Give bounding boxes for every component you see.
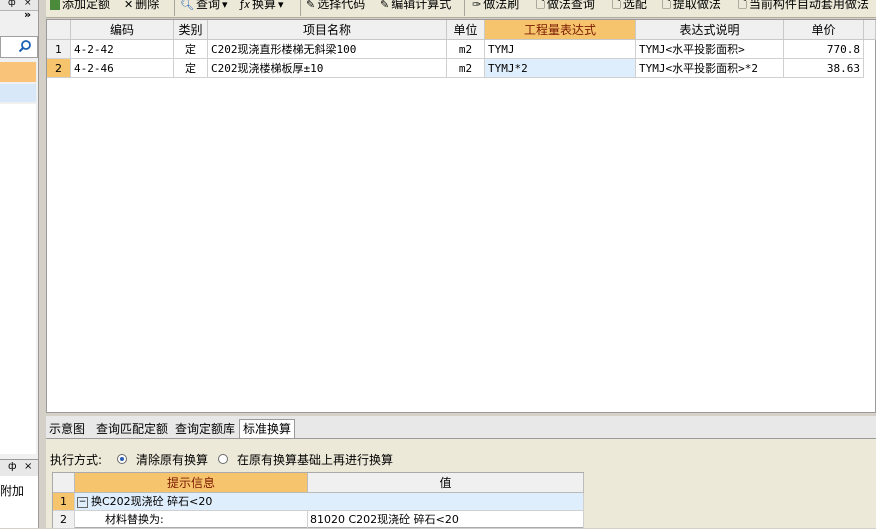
tab-standard-conversion[interactable]: 标准换算 <box>239 419 296 438</box>
column-header-value[interactable]: 值 <box>308 473 584 493</box>
group-row[interactable]: − 换C202现浇砼 碎石<20 <box>75 493 584 511</box>
radio-clear-existing-label[interactable]: 清除原有换算 <box>136 451 208 468</box>
tab-diagram[interactable]: 示意图 <box>49 420 85 438</box>
tree-item[interactable] <box>0 84 36 102</box>
column-header-description[interactable]: 表达式说明 <box>636 20 784 40</box>
query-doc-icon: 🗋︎ <box>536 0 545 11</box>
cell-expression[interactable]: TYMJ <box>485 40 636 59</box>
cell-price[interactable]: 38.63 <box>784 59 864 78</box>
group-row-label: 换C202现浇砼 碎石<20 <box>91 495 213 508</box>
close-icon[interactable]: × <box>24 0 32 8</box>
tab-query-matching-quota[interactable]: 查询匹配定额 <box>96 420 168 438</box>
toolbar-separator <box>464 0 465 16</box>
search-icon[interactable] <box>18 39 32 53</box>
dropdown-arrow-icon: ▾ <box>278 0 284 11</box>
method-query-button[interactable]: 🗋︎ 做法查询 <box>536 0 595 13</box>
cell-unit[interactable]: m2 <box>447 59 485 78</box>
cell-description[interactable]: TYMJ<水平投影面积>*2 <box>636 59 784 78</box>
column-header-type[interactable]: 类别 <box>174 20 208 40</box>
auto-apply-icon: 🗋︎ <box>738 0 747 11</box>
delete-icon: ✕ <box>124 0 134 11</box>
dropdown-arrow-icon: ▾ <box>221 0 228 11</box>
cell-unit[interactable]: m2 <box>447 40 485 59</box>
pin-icon[interactable]: ф <box>8 461 17 472</box>
exec-mode-label: 执行方式: <box>50 453 103 467</box>
cell-type[interactable]: 定 <box>174 59 208 78</box>
auto-apply-button[interactable]: 🗋︎ 当前构件自动套用做法 <box>738 0 869 13</box>
left-panel: ф × » ф × 附加 <box>0 0 39 528</box>
delete-button[interactable]: ✕ 删除 <box>124 0 159 13</box>
cell-expression-selected[interactable]: TYMJ*2 <box>485 59 636 78</box>
row-number[interactable]: 2 <box>47 59 71 78</box>
column-header-expression[interactable]: 工程量表达式 <box>485 20 636 40</box>
left-panel-titlebar: ф × <box>0 0 38 11</box>
bottom-tab-strip: 示意图 查询匹配定额 查询定额库 标准换算 <box>46 416 876 439</box>
edit-formula-icon: ✎ <box>380 0 390 11</box>
cell-code[interactable]: 4-2-42 <box>71 40 174 59</box>
tree-item-selected[interactable] <box>0 62 36 82</box>
match-icon: 🗋︎ <box>612 0 621 11</box>
cell-name[interactable]: C202现浇楼梯板厚±10 <box>208 59 447 78</box>
radio-clear-existing[interactable] <box>117 454 127 464</box>
select-match-button[interactable]: 🗋︎ 选配 <box>612 0 647 13</box>
add-quota-button[interactable]: 添加定额 <box>50 0 110 13</box>
brush-icon: ✑ <box>472 0 482 11</box>
row-number[interactable]: 1 <box>47 40 71 59</box>
toolbar: 添加定额 ✕ 删除 🔍︎ 查询 ▾ ƒ𝑥 换算 ▾ ✎ 选择代码 ✎ 编辑计算式… <box>46 0 876 18</box>
query-button[interactable]: 🔍︎ 查询 ▾ <box>180 0 228 13</box>
tab-query-quota-library[interactable]: 查询定额库 <box>175 420 235 438</box>
select-code-icon: ✎ <box>306 0 316 11</box>
row-number-header <box>47 20 71 40</box>
method-brush-button[interactable]: ✑ 做法刷 <box>472 0 519 13</box>
cell-name[interactable]: C202现浇直形楼梯无斜梁100 <box>208 40 447 59</box>
radio-convert-on-existing-label[interactable]: 在原有换算基础上再进行换算 <box>237 451 393 468</box>
column-header-unit[interactable]: 单位 <box>447 20 485 40</box>
collapse-icon[interactable]: − <box>77 496 88 508</box>
standard-conversion-panel: 执行方式: 清除原有换算 在原有换算基础上再进行换算 提示信息 值 1 − 换C2… <box>46 439 876 529</box>
cell-type[interactable]: 定 <box>174 40 208 59</box>
select-code-button[interactable]: ✎ 选择代码 <box>306 0 365 13</box>
column-header-more <box>864 20 876 40</box>
column-header-price[interactable]: 单价 <box>784 20 864 40</box>
close-icon[interactable]: × <box>24 461 32 472</box>
cell-price[interactable]: 770.8 <box>784 40 864 59</box>
radio-convert-on-existing[interactable] <box>218 454 228 464</box>
toolbar-separator <box>300 0 301 16</box>
column-header-name[interactable]: 项目名称 <box>208 20 447 40</box>
row-number-header <box>53 473 75 493</box>
conversion-grid: 提示信息 值 1 − 换C202现浇砼 碎石<20 2 材料替换为: 81020 … <box>52 472 584 529</box>
quota-grid: 编码 类别 项目名称 单位 工程量表达式 表达式说明 单价 1 4-2-42 定… <box>46 19 876 413</box>
extract-icon: 🗋︎ <box>662 0 671 11</box>
search-icon: 🔍︎ <box>180 0 194 11</box>
column-header-code[interactable]: 编码 <box>71 20 174 40</box>
pin-icon[interactable]: ф <box>8 0 16 8</box>
row-number[interactable]: 2 <box>53 511 75 529</box>
column-header-info[interactable]: 提示信息 <box>75 473 308 493</box>
edit-formula-button[interactable]: ✎ 编辑计算式 <box>380 0 451 13</box>
tree-list <box>0 104 36 454</box>
cell-description[interactable]: TYMJ<水平投影面积> <box>636 40 784 59</box>
toolbar-separator <box>174 0 175 16</box>
extract-method-button[interactable]: 🗋︎ 提取做法 <box>662 0 721 13</box>
cell-value[interactable]: 81020 C202现浇砼 碎石<20 <box>308 511 584 529</box>
attach-label[interactable]: 附加 <box>0 482 24 499</box>
convert-button[interactable]: ƒ𝑥 换算 ▾ <box>240 0 284 13</box>
formula-icon: ƒ𝑥 <box>240 0 250 11</box>
cell-code[interactable]: 4-2-46 <box>71 59 174 78</box>
bottom-panel-titlebar: ф × <box>0 459 38 477</box>
chevron-right-icon[interactable]: » <box>24 8 31 21</box>
cell-info[interactable]: 材料替换为: <box>75 511 308 529</box>
add-quota-icon <box>50 0 60 10</box>
row-number[interactable]: 1 <box>53 493 75 511</box>
